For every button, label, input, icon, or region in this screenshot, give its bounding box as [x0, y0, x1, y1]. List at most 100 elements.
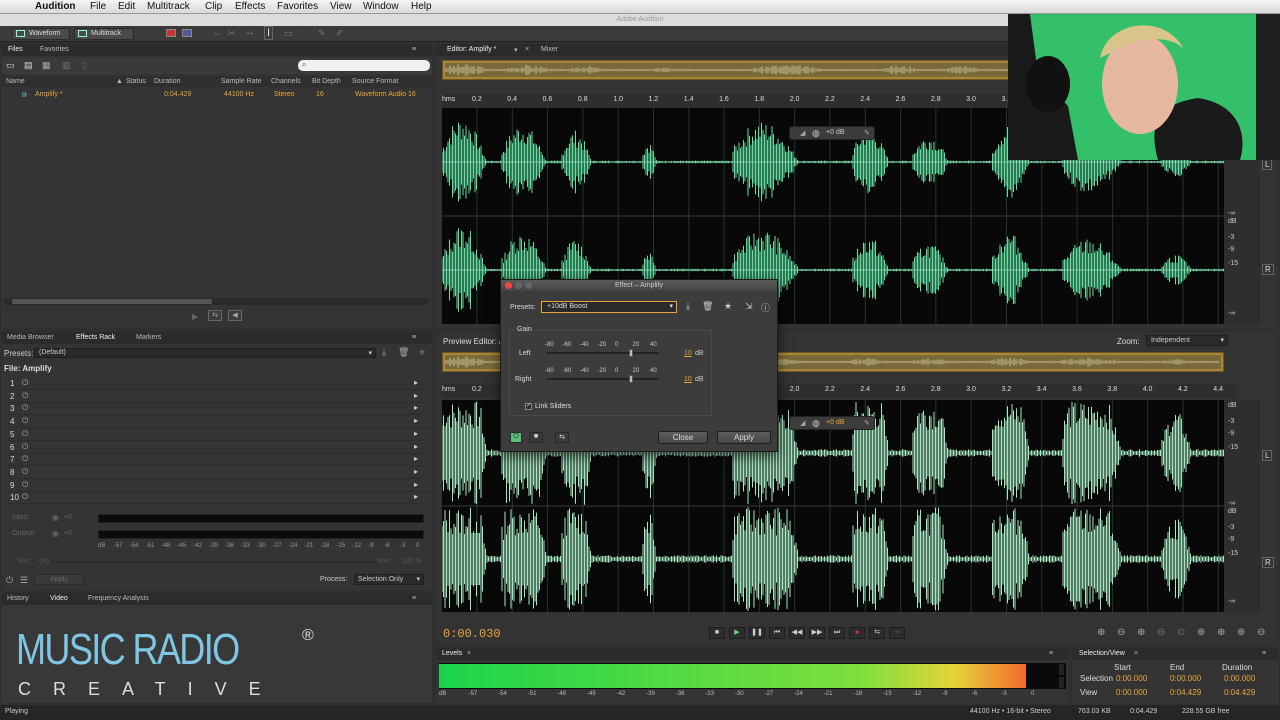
delete-preset-icon[interactable]: 🗑: [398, 347, 409, 358]
chevron-right-icon[interactable]: ▸: [414, 403, 418, 412]
delete-preset-icon[interactable]: 🗑: [702, 301, 713, 312]
dialog-titlebar[interactable]: Effect – Amplify: [501, 280, 777, 291]
tab-media-browser[interactable]: Media Browser: [7, 334, 54, 341]
zoom-select[interactable]: Independent ▾: [1146, 335, 1228, 346]
multitrack-button[interactable]: Multitrack: [74, 28, 134, 40]
preview-hud-value[interactable]: +0 dB: [826, 419, 845, 426]
zoom-out-time-icon[interactable]: ⊖: [1157, 627, 1165, 638]
pin-icon[interactable]: ✎: [864, 419, 870, 427]
loop-playback-button[interactable]: ⇆: [869, 627, 885, 639]
power-icon[interactable]: ⏻: [22, 403, 28, 413]
power-icon[interactable]: ⏻: [6, 575, 13, 586]
hud-volume-value[interactable]: +0 dB: [826, 129, 845, 136]
col-channels[interactable]: Channels: [271, 78, 301, 85]
col-source-format[interactable]: Source Format: [352, 78, 398, 85]
open-file-icon[interactable]: ▭: [6, 60, 15, 71]
mix-slider[interactable]: [58, 561, 374, 563]
left-gain-slider[interactable]: -80 -60 -40 -20 0 20 40: [545, 342, 663, 360]
slider-thumb[interactable]: [629, 375, 633, 383]
tab-mixer[interactable]: Mixer: [541, 46, 558, 53]
tab-effects-rack[interactable]: Effects Rack: [76, 334, 115, 341]
output-value[interactable]: +0: [64, 530, 72, 537]
play-icon[interactable]: ▶: [192, 312, 198, 321]
info-icon[interactable]: ⓘ: [761, 301, 770, 314]
power-icon[interactable]: ⏻: [22, 391, 28, 401]
loop-preview-icon[interactable]: ⇆: [555, 432, 569, 443]
link-sliders-checkbox[interactable]: ✓: [525, 403, 532, 410]
power-icon[interactable]: ⏻: [22, 454, 28, 464]
channel-right-toggle[interactable]: R: [1262, 264, 1274, 275]
chevron-right-icon[interactable]: ▸: [414, 442, 418, 451]
menu-clip[interactable]: Clip: [205, 1, 222, 12]
lasso-tool-icon[interactable]: ◌: [300, 28, 305, 38]
col-duration[interactable]: Duration: [154, 78, 180, 85]
files-hscrollbar[interactable]: [4, 298, 428, 305]
close-icon[interactable]: [505, 282, 512, 289]
chevron-right-icon[interactable]: ▸: [414, 467, 418, 476]
time-selection-tool-icon[interactable]: I: [264, 26, 274, 40]
zoom-out-point-icon[interactable]: ⊕: [1217, 627, 1225, 638]
right-gain-value[interactable]: 10: [684, 376, 692, 383]
file-row[interactable]: ⊪ Amplify * 0:04.429 44100 Hz Stereo 16 …: [2, 90, 432, 101]
rack-slot[interactable]: 3 ⏻ ▸: [8, 403, 428, 416]
tab-video[interactable]: Video: [50, 595, 68, 602]
rack-slot[interactable]: 2 ⏻ ▸: [8, 391, 428, 403]
skip-selection-button[interactable]: ⇥: [889, 627, 905, 639]
rack-slot[interactable]: 6 ⏻ ▸: [8, 442, 428, 454]
col-bit-depth[interactable]: Bit Depth: [312, 78, 341, 85]
input-knob-icon[interactable]: ◉: [52, 513, 59, 522]
preview-channel-right[interactable]: R: [1262, 557, 1274, 568]
slider-track[interactable]: [547, 352, 659, 354]
spectral-pitch-icon[interactable]: [182, 29, 192, 37]
panel-menu-icon[interactable]: ≡: [412, 46, 416, 53]
menu-effects[interactable]: Effects: [235, 1, 265, 12]
menu-window[interactable]: Window: [363, 1, 399, 12]
hud-volume[interactable]: ◢ ◍ +0 dB ✎: [789, 126, 875, 140]
slider-thumb[interactable]: [629, 349, 633, 357]
menu-app[interactable]: Audition: [35, 1, 76, 12]
insert-icon[interactable]: ▥: [62, 60, 71, 71]
slider-track[interactable]: [547, 378, 659, 380]
minimize-icon[interactable]: [515, 282, 522, 289]
pin-icon[interactable]: ✎: [864, 129, 870, 137]
power-toggle-icon[interactable]: ⏻: [510, 432, 522, 443]
brush-tool-icon[interactable]: ✎: [318, 28, 326, 39]
slip-tool-icon[interactable]: ⇿: [246, 28, 254, 39]
rack-slot[interactable]: 5 ⏻ ▸: [8, 429, 428, 441]
delete-file-icon[interactable]: ▯: [82, 60, 87, 71]
current-time[interactable]: 0:00.030: [443, 627, 501, 641]
files-search-input[interactable]: ⌕: [298, 60, 430, 71]
menu-favorites[interactable]: Favorites: [277, 1, 318, 12]
preview-stop-icon[interactable]: ■: [529, 432, 543, 443]
menu-edit[interactable]: Edit: [118, 1, 135, 12]
tab-files[interactable]: Files: [8, 46, 23, 53]
dialog-presets-select[interactable]: +10dB Boost ▾: [541, 301, 677, 313]
apply-to-rack-icon[interactable]: ⇲: [745, 301, 753, 312]
fast-forward-button[interactable]: ▶▶: [809, 627, 825, 639]
col-status[interactable]: Status: [126, 78, 146, 85]
view-end[interactable]: 0:04.429: [1170, 688, 1201, 697]
zoom-out-full-icon[interactable]: ⊖: [1257, 627, 1265, 638]
power-icon[interactable]: ⏻: [22, 480, 28, 490]
power-icon[interactable]: ⏻: [22, 378, 28, 388]
waveform-button[interactable]: Waveform: [12, 28, 70, 40]
process-select[interactable]: Selection Only ▾: [354, 574, 424, 585]
selection-duration[interactable]: 0:00.000: [1224, 674, 1255, 683]
autoplay-icon[interactable]: ◀: [228, 310, 242, 321]
favorite-icon[interactable]: ★: [724, 301, 732, 312]
chevron-down-icon[interactable]: ▾: [514, 46, 518, 54]
col-name[interactable]: Name: [6, 78, 25, 85]
right-gain-slider[interactable]: -80 -60 -40 -20 0 20 40: [545, 368, 663, 386]
spot-healing-icon[interactable]: ✐: [336, 28, 344, 39]
rack-slot[interactable]: 4 ⏻ ▸: [8, 416, 428, 429]
preview-channel-left[interactable]: L: [1262, 450, 1273, 461]
zoom-selection-icon[interactable]: ⊕: [1237, 627, 1245, 638]
new-file-icon[interactable]: ▦: [42, 60, 51, 71]
rack-slot[interactable]: 8 ⏻ ▸: [8, 467, 428, 479]
rack-slot[interactable]: 1 ⏻ ▸: [8, 378, 428, 390]
move-tool-icon[interactable]: ⇔: [212, 28, 221, 38]
rack-slot[interactable]: 9 ⏻ ▸: [8, 480, 428, 492]
view-start[interactable]: 0:00.000: [1116, 688, 1147, 697]
pause-button[interactable]: ❚❚: [749, 627, 765, 639]
knob-icon[interactable]: ◍: [812, 128, 820, 139]
